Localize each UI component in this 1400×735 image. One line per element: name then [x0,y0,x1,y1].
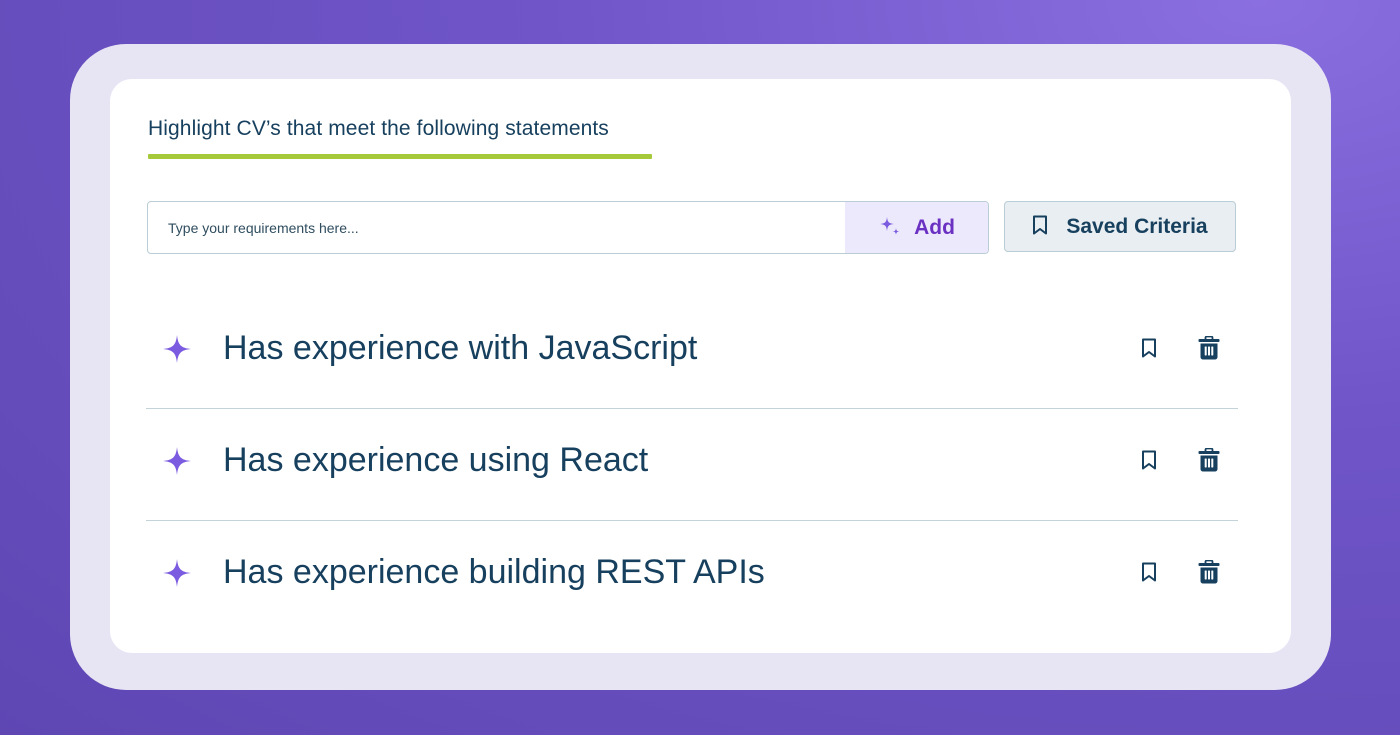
title-underline [148,154,652,159]
criteria-card: Highlight CV’s that meet the following s… [110,79,1291,653]
criteria-item: Has experience with JavaScript [146,297,1238,409]
requirement-input-group: Add [147,201,989,254]
sparkle-icon [162,334,192,369]
save-criteria-bookmark-icon[interactable] [1136,559,1162,585]
criteria-text: Has experience building REST APIs [223,553,765,591]
delete-trash-icon[interactable] [1195,334,1223,362]
delete-trash-icon[interactable] [1195,558,1223,586]
sparkles-icon [878,214,902,241]
save-criteria-bookmark-icon[interactable] [1136,335,1162,361]
criteria-list: Has experience with JavaScript Has exper… [146,297,1238,633]
criteria-text: Has experience using React [223,441,649,479]
requirements-input[interactable] [148,202,845,253]
sparkle-icon [162,446,192,481]
outer-frame: Highlight CV’s that meet the following s… [70,44,1331,690]
criteria-item: Has experience building REST APIs [146,521,1238,633]
criteria-text: Has experience with JavaScript [223,329,698,367]
sparkle-icon [162,558,192,593]
page-title: Highlight CV’s that meet the following s… [148,117,609,140]
delete-trash-icon[interactable] [1195,446,1223,474]
saved-criteria-label: Saved Criteria [1066,214,1208,238]
bookmark-icon [1032,215,1048,238]
add-button-label: Add [914,215,955,239]
saved-criteria-button[interactable]: Saved Criteria [1004,201,1236,252]
add-button[interactable]: Add [845,202,988,253]
criteria-item: Has experience using React [146,409,1238,521]
save-criteria-bookmark-icon[interactable] [1136,447,1162,473]
